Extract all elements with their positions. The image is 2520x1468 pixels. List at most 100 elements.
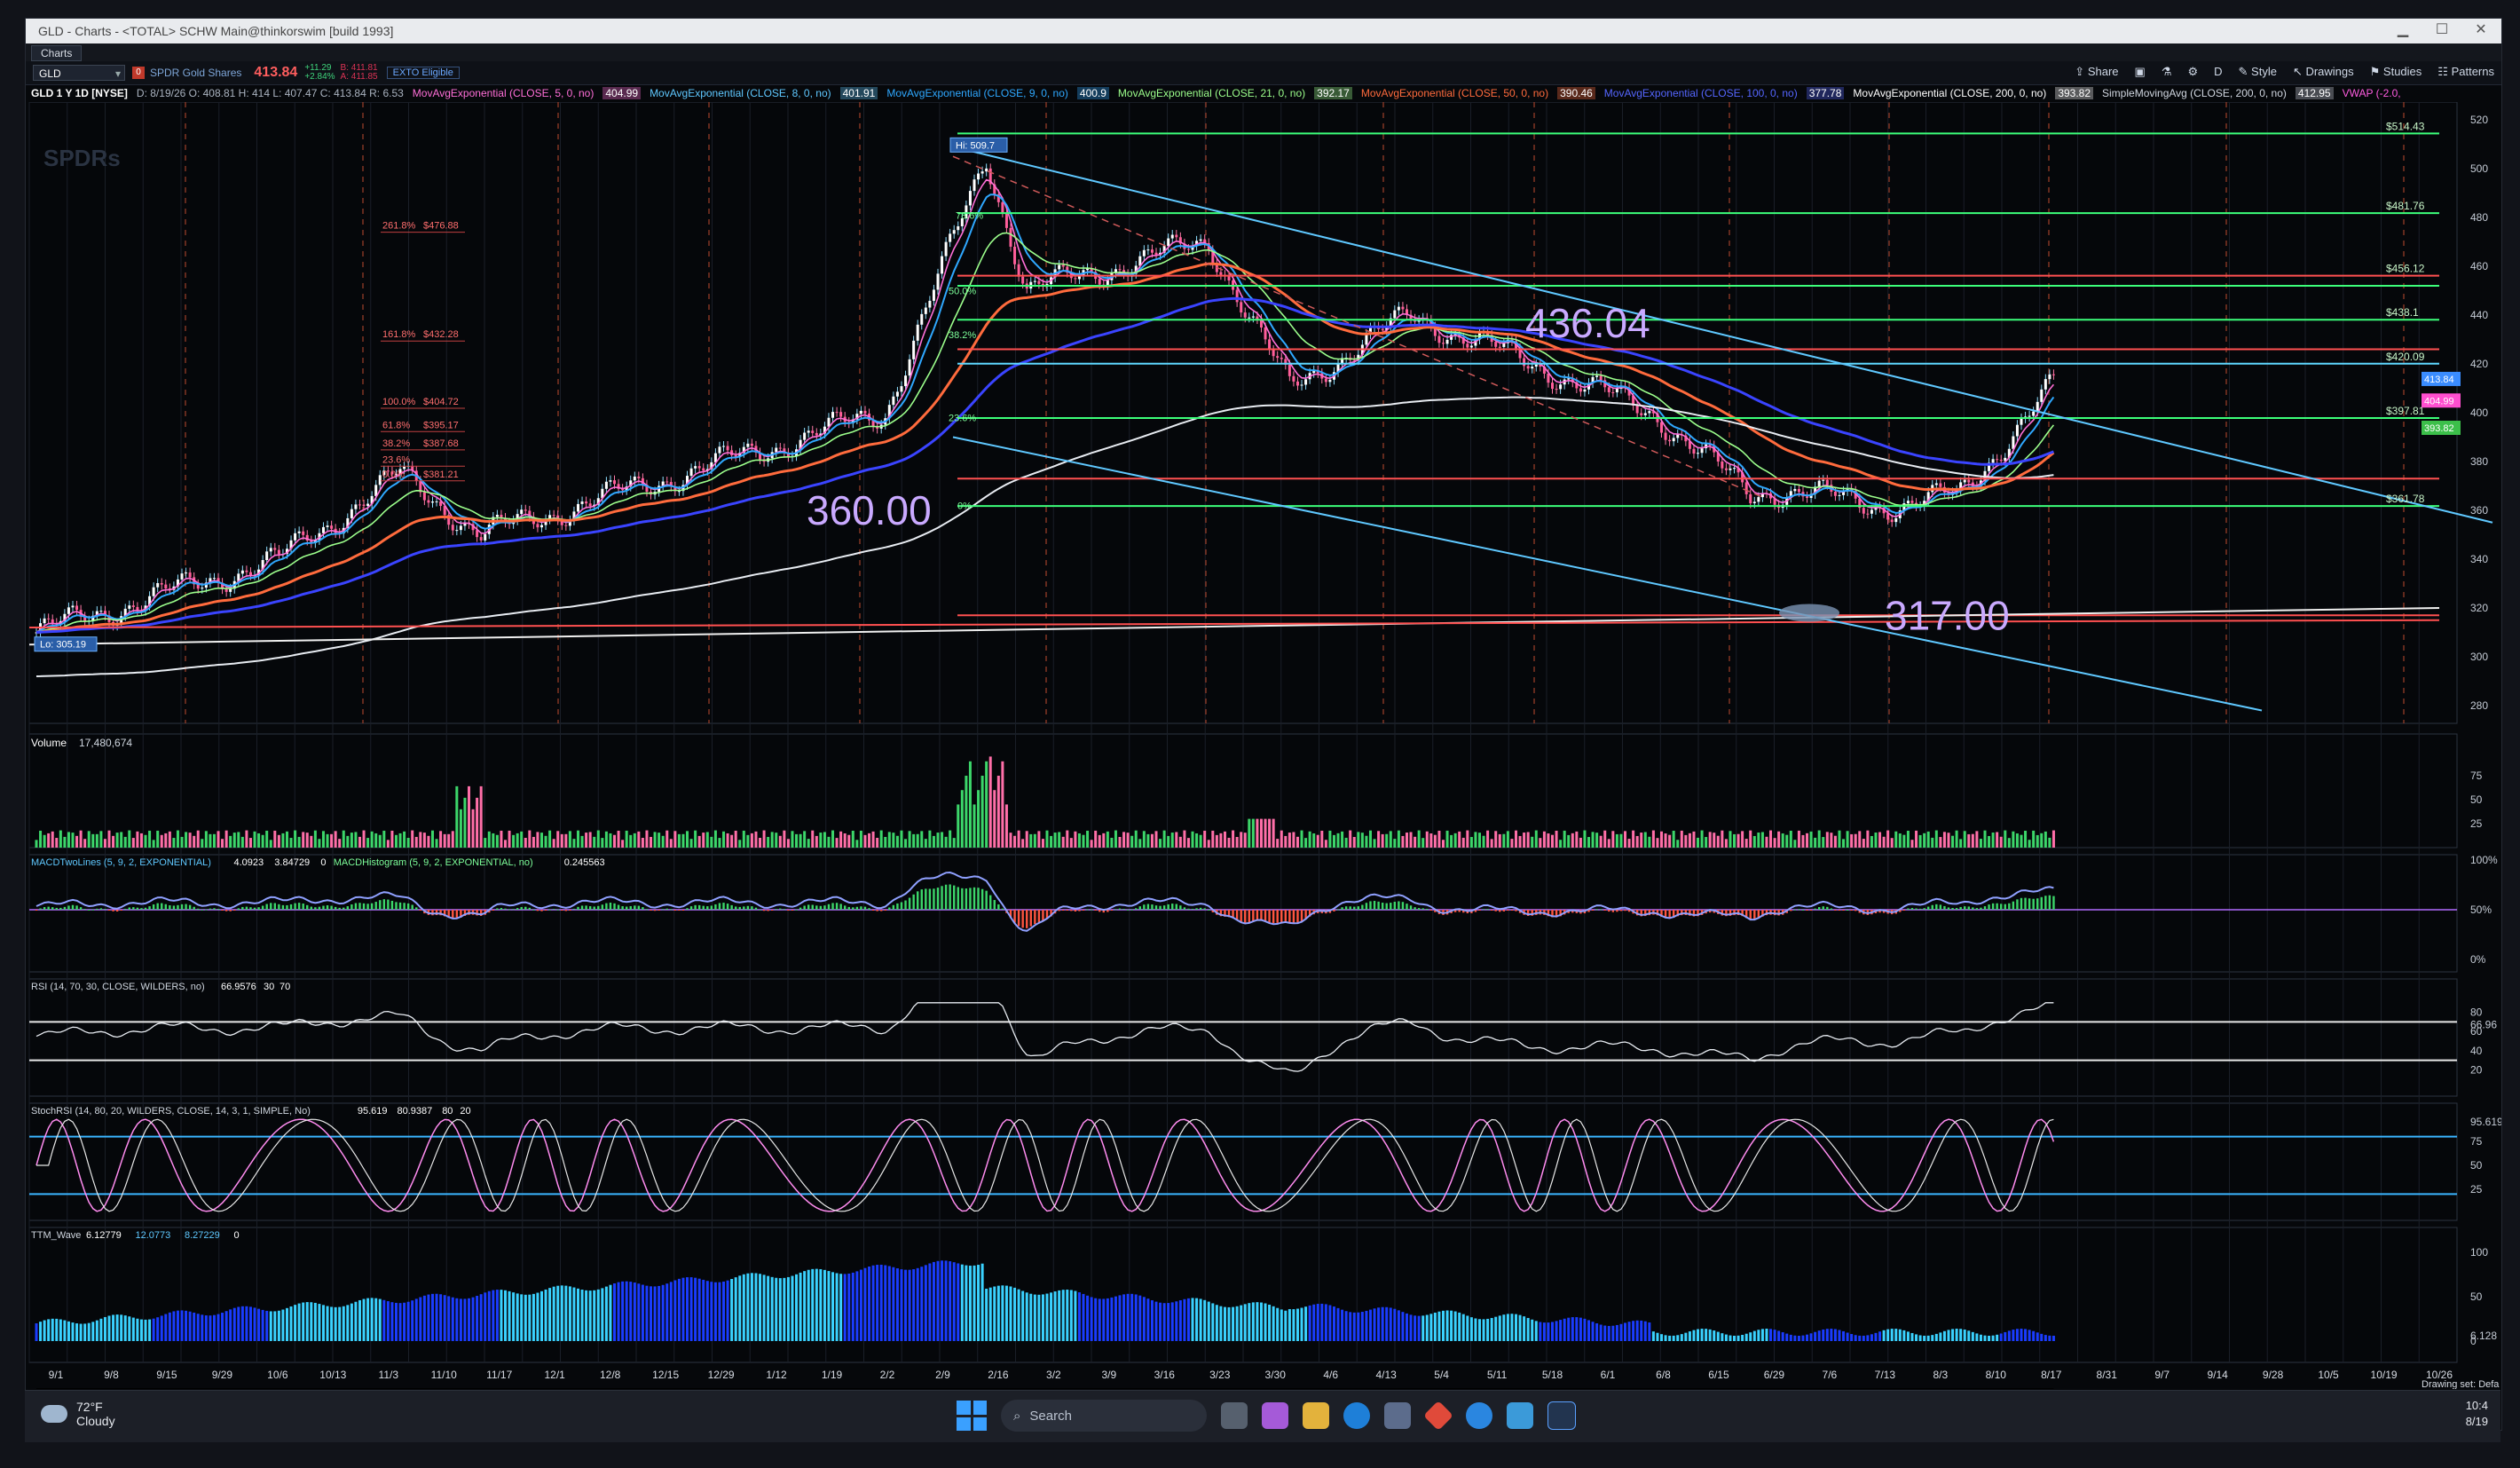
layout-icon[interactable]: ▣ — [2135, 65, 2146, 79]
ttm-wave-bar — [831, 1272, 835, 1341]
help-icon[interactable] — [1466, 1402, 1492, 1429]
fib2-label: 38.2% — [949, 330, 976, 341]
study-legend-item[interactable]: MovAvgExponential (CLOSE, 8, 0, no) — [650, 87, 831, 99]
macd-histogram-bar — [1143, 904, 1146, 910]
ttm-wave-bar — [508, 1290, 511, 1341]
volume-bar — [2051, 830, 2055, 848]
studies-button[interactable]: ⚑ Studies — [2370, 65, 2422, 79]
macd-histogram-bar — [577, 906, 579, 910]
volume-bar — [1474, 832, 1477, 848]
macd-histogram-bar — [754, 907, 758, 910]
macd-histogram-bar — [1951, 908, 1954, 910]
chart-area[interactable]: 520 500 480 460 440 420 400 380 360 340 320 300 280 S… — [26, 101, 2503, 1390]
taskbar-search[interactable]: ⌕ Search — [1001, 1400, 1207, 1432]
macd-histogram-bar — [177, 904, 179, 910]
ttm-wave-bar — [1947, 1330, 1950, 1341]
price-candle — [1595, 375, 1599, 377]
volume-bar — [1389, 831, 1392, 848]
study-legend-item[interactable]: MovAvgExponential (CLOSE, 200, 0, no) — [1853, 87, 2046, 99]
volume-bar — [540, 833, 543, 848]
volume-bar — [414, 836, 418, 848]
task-view-icon[interactable] — [1221, 1402, 1248, 1429]
ttm-wave-bar — [479, 1294, 483, 1341]
ttm-wave-bar — [103, 1316, 106, 1341]
macd-histogram-bar — [803, 905, 806, 910]
macd-histogram-bar — [1017, 910, 1020, 927]
volume-bar — [1058, 832, 1061, 848]
close-icon[interactable]: ✕ — [2471, 22, 2491, 38]
style-button[interactable]: ✎ Style — [2239, 65, 2277, 79]
file-explorer-icon[interactable] — [1303, 1402, 1329, 1429]
app-diamond-icon[interactable] — [1423, 1401, 1453, 1431]
volume-bar — [212, 833, 216, 848]
minimize-icon[interactable]: ▁ — [2393, 22, 2413, 38]
date-axis-label: 3/30 — [1265, 1369, 1287, 1381]
ttm-wave-bar — [677, 1278, 681, 1341]
macd-histogram-bar — [1377, 901, 1380, 910]
volume-bar — [164, 833, 168, 848]
macd-histogram-bar — [957, 887, 959, 910]
macd-histogram-bar — [1983, 906, 1987, 910]
ttm-wave-bar — [1721, 1333, 1724, 1341]
macd-histogram-bar — [1001, 908, 1004, 910]
volume-bar — [1106, 831, 1109, 848]
date-axis-label: 2/16 — [988, 1369, 1009, 1381]
price-candle — [1599, 375, 1603, 381]
gear-icon[interactable]: ⚙ — [2187, 65, 2198, 79]
volume-bar — [1793, 840, 1797, 848]
cursor-icon: ↖ — [2292, 65, 2306, 78]
study-legend-item[interactable]: MovAvgExponential (CLOSE, 21, 0, no) — [1118, 87, 1305, 99]
store-icon[interactable] — [1384, 1402, 1411, 1429]
macd-histogram-bar — [99, 908, 103, 910]
volume-bar — [1074, 831, 1077, 848]
symbol-selector[interactable]: GLD ▾ — [33, 65, 125, 81]
share-button[interactable]: ⇪ Share — [2075, 65, 2118, 79]
flag-button[interactable]: D — [2214, 65, 2222, 79]
patterns-button[interactable]: ☷ Patterns — [2437, 65, 2494, 79]
system-clock[interactable]: 10:4 8/19 — [2466, 1398, 2488, 1430]
tab-charts[interactable]: Charts — [31, 45, 83, 61]
ttm-wave-bar — [358, 1299, 361, 1341]
study-legend-item[interactable]: MovAvgExponential (CLOSE, 100, 0, no) — [1604, 87, 1798, 99]
ttm-wave-bar — [884, 1265, 887, 1341]
ttm-wave-bar — [1025, 1292, 1028, 1341]
volume-bar — [1167, 835, 1170, 848]
maximize-icon[interactable]: ☐ — [2432, 22, 2452, 38]
ttm-wave-bar — [201, 1314, 204, 1341]
volume-bar — [851, 830, 854, 848]
symbol-badge[interactable]: 0 — [132, 67, 145, 79]
ttm-wave-bar — [310, 1302, 313, 1341]
volume-bar — [871, 831, 875, 848]
macd-histogram-bar — [629, 905, 632, 910]
thinkorswim-icon[interactable] — [1547, 1401, 1576, 1430]
drawings-button[interactable]: ↖ Drawings — [2293, 65, 2354, 79]
macd-histogram-bar — [213, 908, 216, 910]
study-legend-item[interactable]: MovAvgExponential (CLOSE, 5, 0, no) — [413, 87, 595, 99]
windows-start-icon[interactable] — [957, 1401, 987, 1431]
macd-histogram-bar — [1991, 903, 1995, 910]
study-legend-item[interactable]: VWAP (-2.0, — [2343, 87, 2401, 99]
macd-histogram-bar — [1175, 904, 1177, 910]
study-legend-item[interactable]: MovAvgExponential (CLOSE, 9, 0, no) — [886, 87, 1068, 99]
volume-bar — [1789, 830, 1792, 848]
price-candle — [1838, 494, 1841, 496]
macd-histogram-bar — [2000, 904, 2003, 910]
copilot-icon[interactable] — [1262, 1402, 1288, 1429]
weather-widget[interactable]: 72°F Cloudy — [41, 1400, 115, 1428]
app-cloud-icon[interactable] — [1507, 1402, 1533, 1429]
volume-bar — [1684, 834, 1688, 848]
volume-bar — [435, 839, 438, 848]
price-candle — [932, 289, 935, 301]
study-legend-item[interactable]: MovAvgExponential (CLOSE, 50, 0, no) — [1361, 87, 1548, 99]
edge-browser-icon[interactable] — [1343, 1402, 1370, 1429]
volume-bar — [1009, 833, 1012, 848]
flask-icon[interactable]: ⚗ — [2162, 65, 2172, 79]
study-legend-item[interactable]: SimpleMovingAvg (CLOSE, 200, 0, no) — [2102, 87, 2287, 99]
volume-bar — [354, 832, 358, 848]
ttm-wave-bar — [168, 1312, 171, 1341]
volume-bar — [103, 839, 106, 848]
ttm-wave-bar — [63, 1320, 67, 1341]
chart-canvas[interactable]: 520500480460440420400380360340320300280S… — [26, 101, 2503, 1390]
volume-bar — [1910, 840, 1914, 848]
price-candle — [677, 491, 681, 493]
